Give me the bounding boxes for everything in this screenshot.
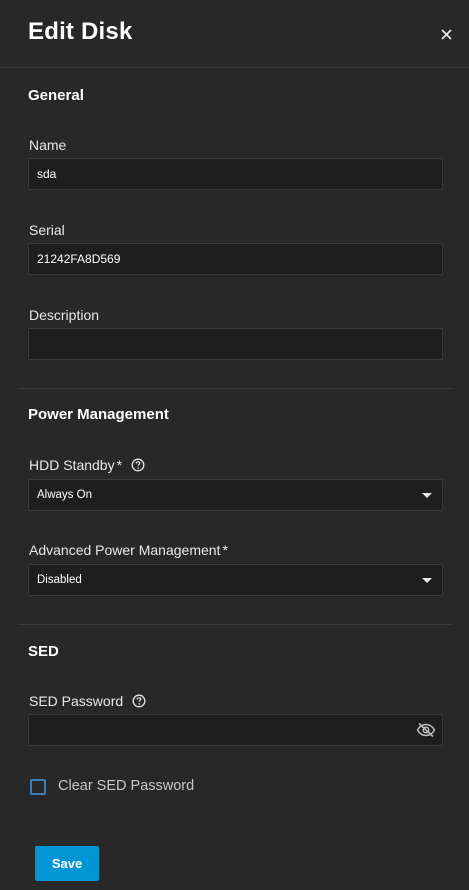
section-title-power-management: Power Management	[28, 406, 169, 423]
hdd-standby-value: Always On	[37, 489, 92, 501]
serial-label: Serial	[29, 222, 65, 238]
eye-off-icon[interactable]	[416, 722, 436, 738]
required-mark: *	[116, 457, 123, 473]
help-circle-icon[interactable]	[132, 694, 146, 708]
hdd-standby-label: HDD Standby *	[29, 457, 145, 473]
help-circle-icon[interactable]	[131, 458, 145, 472]
chevron-down-icon	[422, 578, 432, 583]
clear-sed-password-checkbox[interactable]	[30, 779, 46, 795]
serial-label-text: Serial	[29, 222, 65, 238]
description-label: Description	[29, 307, 99, 323]
clear-sed-password-label[interactable]: Clear SED Password	[58, 778, 194, 794]
section-divider	[18, 624, 452, 625]
name-label-text: Name	[29, 137, 67, 153]
chevron-down-icon	[422, 493, 432, 498]
section-title-general: General	[28, 87, 84, 104]
serial-input[interactable]: 21242FA8D569	[28, 243, 443, 275]
page-title: Edit Disk	[28, 18, 133, 45]
apm-label-text: Advanced Power Management	[29, 542, 221, 558]
section-divider	[18, 388, 452, 389]
required-mark: *	[222, 542, 228, 558]
apm-label: Advanced Power Management *	[29, 542, 228, 558]
close-icon	[441, 29, 452, 40]
sed-password-input[interactable]	[28, 714, 443, 746]
panel-header: Edit Disk	[0, 0, 469, 68]
hdd-standby-select[interactable]: Always On	[28, 479, 443, 511]
save-button[interactable]: Save	[35, 846, 99, 881]
edit-disk-panel: Edit Disk General Name sda Serial 21242F…	[0, 0, 469, 890]
apm-select[interactable]: Disabled	[28, 564, 443, 596]
description-label-text: Description	[29, 307, 100, 323]
hdd-standby-label-text: HDD Standby	[29, 457, 115, 473]
name-label: Name	[29, 137, 66, 153]
section-title-sed: SED	[28, 643, 59, 660]
sed-password-label-text: SED Password	[29, 693, 124, 709]
sed-password-label: SED Password	[29, 693, 146, 709]
description-input[interactable]	[28, 328, 443, 360]
apm-value: Disabled	[37, 574, 82, 586]
close-button[interactable]	[433, 21, 459, 47]
name-input[interactable]: sda	[28, 158, 443, 190]
